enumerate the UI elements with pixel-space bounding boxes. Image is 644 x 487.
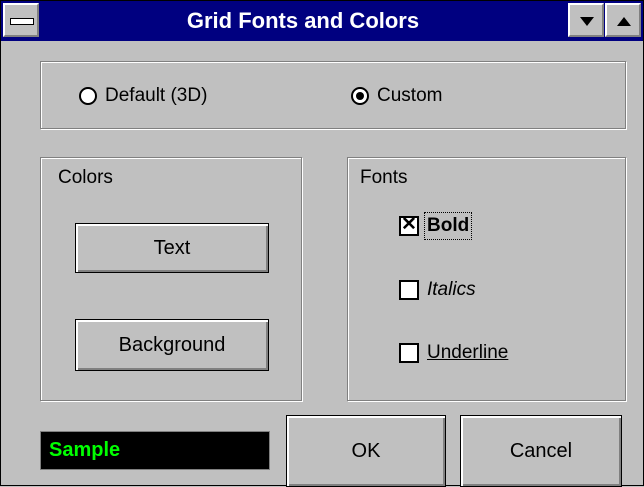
underline-checkbox-box (399, 343, 419, 363)
radio-selected-dot-icon (356, 92, 364, 100)
system-menu-button[interactable] (3, 3, 39, 37)
grid-fonts-colors-dialog: Grid Fonts and Colors Default (3D) Custo… (0, 0, 644, 487)
minimize-button[interactable] (568, 3, 604, 37)
radio-default-3d-label: Default (3D) (105, 85, 208, 106)
system-menu-icon (10, 18, 34, 25)
radio-custom-label: Custom (377, 85, 443, 106)
colors-group-label: Colors (55, 168, 116, 188)
bold-checkbox-box: ✕ (399, 214, 419, 236)
fonts-group-label: Fonts (357, 168, 411, 188)
minimize-arrow-icon (580, 17, 594, 26)
radio-custom-circle (351, 87, 369, 105)
fonts-group (347, 157, 626, 401)
italics-label: Italics (427, 279, 476, 300)
bold-label: Bold (423, 212, 473, 240)
bold-checkbox[interactable]: ✕ Bold (399, 212, 473, 240)
sample-preview: Sample (40, 431, 270, 470)
ok-button[interactable]: OK (286, 415, 446, 487)
italics-checkbox-box (399, 280, 419, 300)
text-color-button[interactable]: Text (75, 223, 269, 273)
window-title: Grid Fonts and Colors (186, 8, 420, 33)
maximize-arrow-icon (617, 17, 631, 26)
checkmark-x-icon: ✕ (401, 214, 417, 235)
underline-label: Underline (427, 342, 509, 363)
radio-default-3d-circle (79, 87, 97, 105)
maximize-button[interactable] (605, 3, 641, 37)
cancel-button[interactable]: Cancel (460, 415, 622, 487)
radio-custom[interactable]: Custom (351, 85, 442, 107)
title-bar: Grid Fonts and Colors (1, 1, 643, 41)
underline-checkbox[interactable]: Underline (399, 342, 508, 364)
italics-checkbox[interactable]: Italics (399, 279, 476, 301)
background-color-button[interactable]: Background (75, 319, 269, 371)
radio-default-3d[interactable]: Default (3D) (79, 85, 207, 107)
